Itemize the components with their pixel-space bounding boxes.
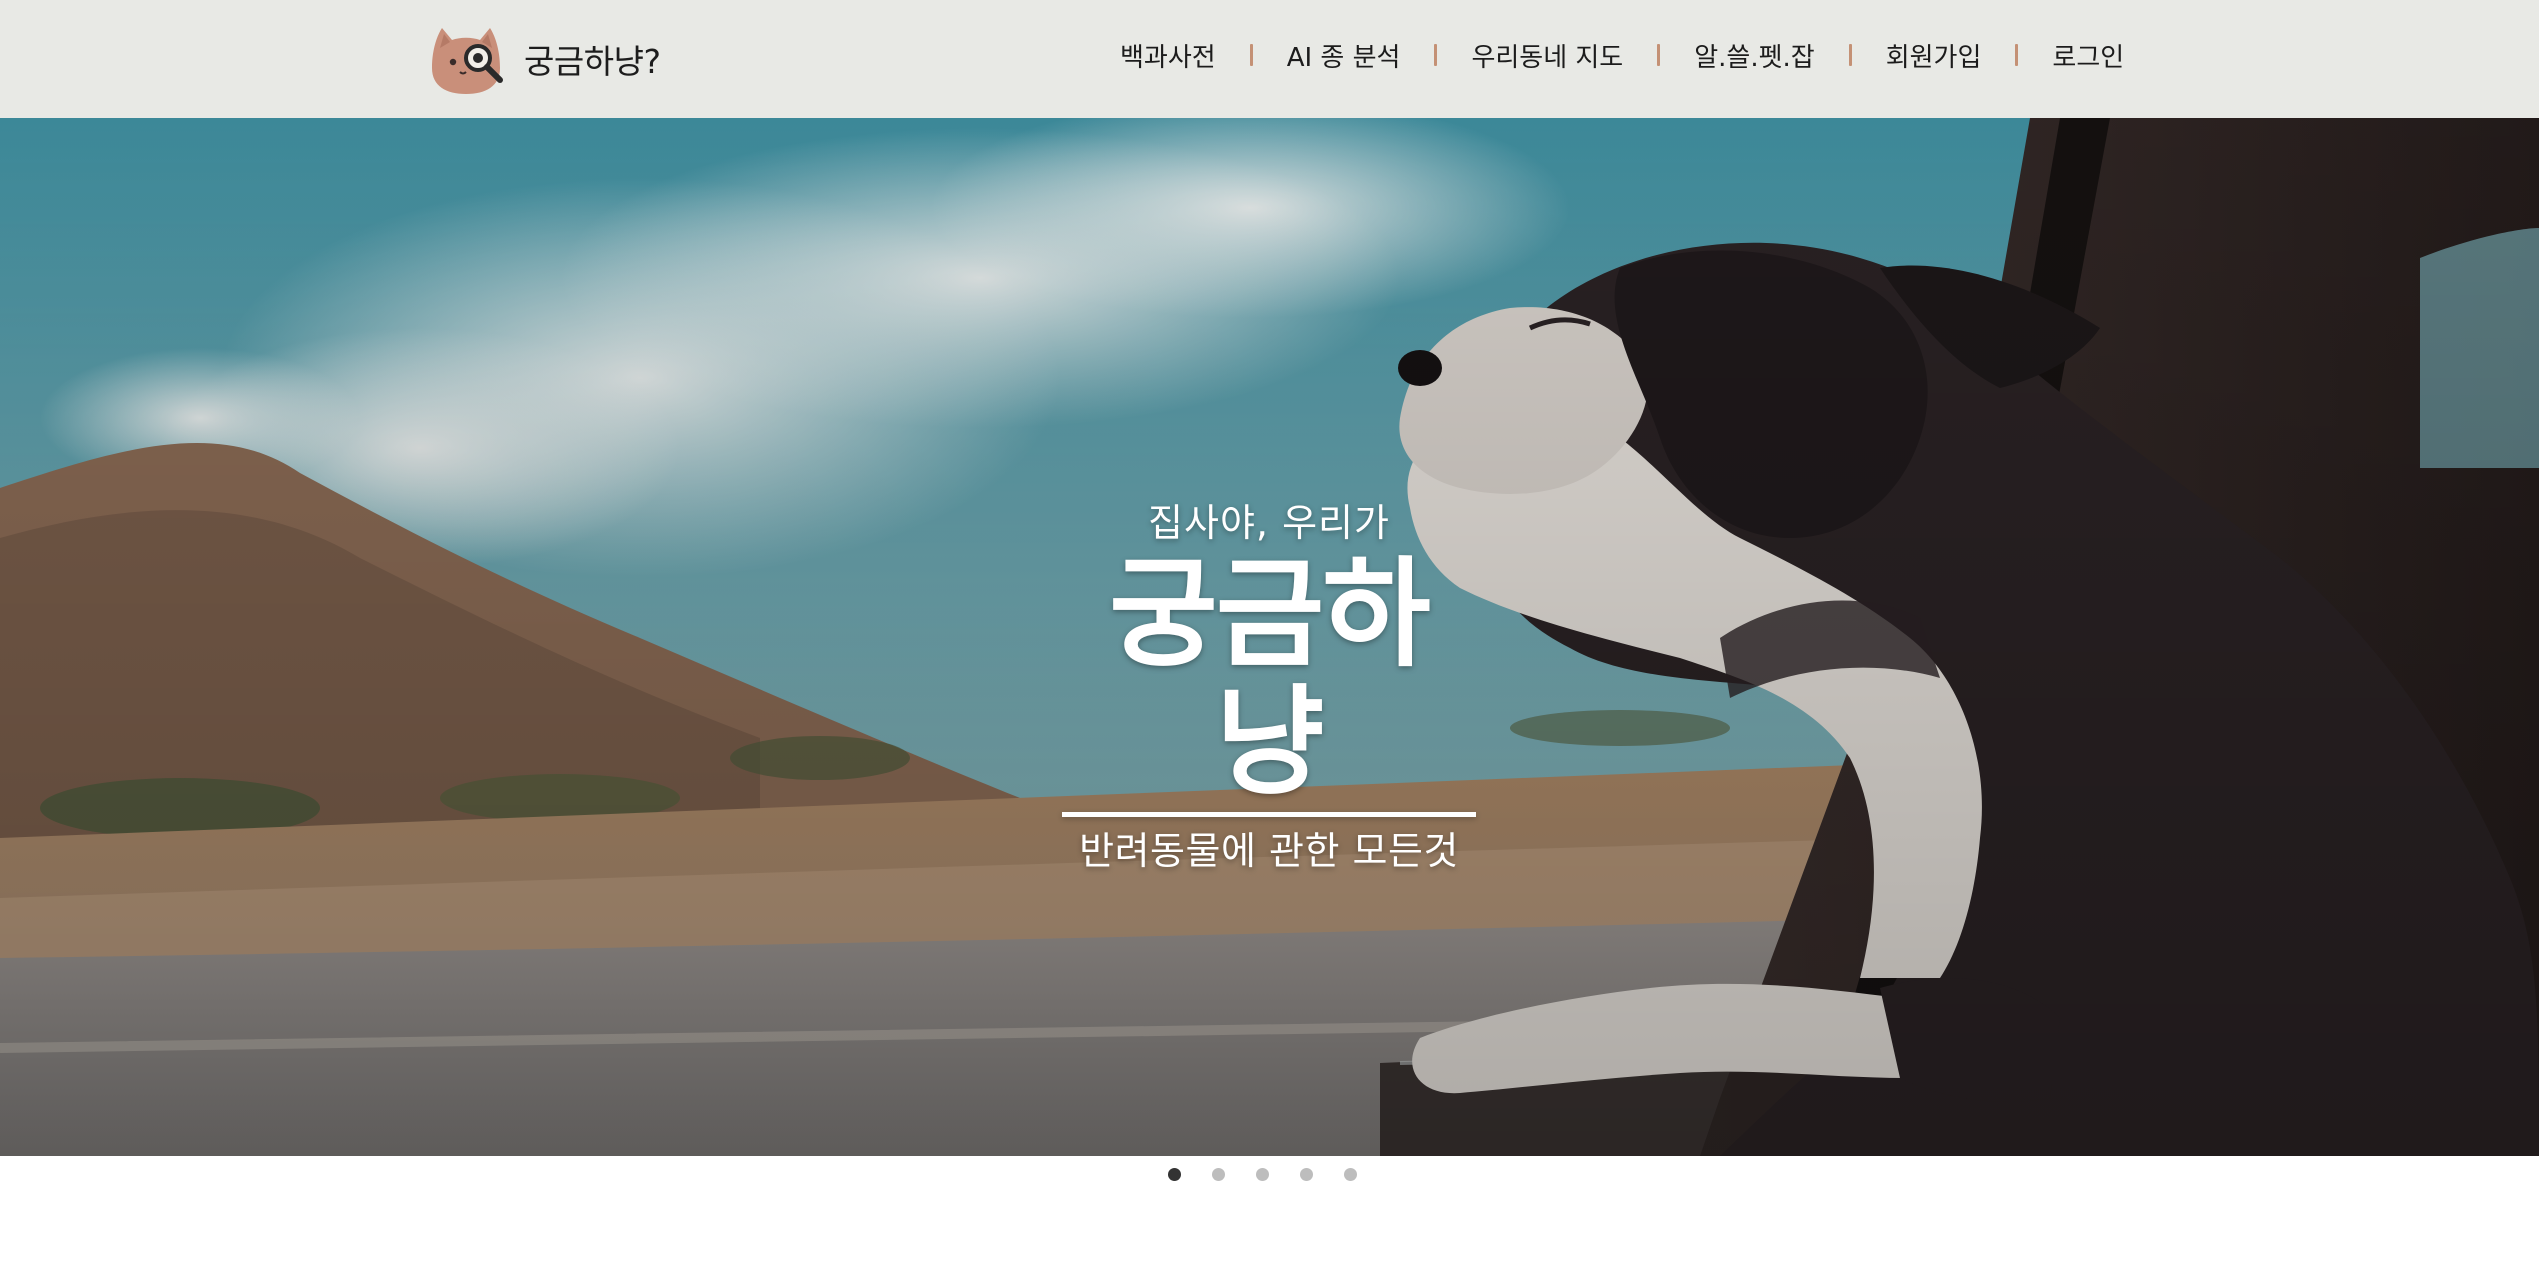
nav-signup[interactable]: 회원가입 [1886, 37, 1982, 74]
hero-caption: 반려동물에 관한 모든것 [1079, 829, 1459, 873]
brand-logo[interactable]: 궁금하냥? [426, 22, 661, 96]
carousel-dot-4[interactable] [1300, 1168, 1313, 1181]
brand-name: 궁금하냥? [524, 42, 661, 81]
carousel-dot-2[interactable] [1212, 1168, 1225, 1181]
carousel-dot-5[interactable] [1344, 1168, 1357, 1181]
hero-text-block: 집사야, 우리가 궁금하냥 반려동물에 관한 모든것 [1060, 498, 1478, 877]
hero-subtitle: 집사야, 우리가 [1148, 501, 1390, 545]
nav-encyclopedia[interactable]: 백과사전 [1120, 37, 1216, 74]
nav-login[interactable]: 로그인 [2052, 37, 2124, 74]
main-nav: 백과사전 AI 종 분석 우리동네 지도 알.쓸.펫.잡 회원가입 로그인 [1120, 28, 2124, 82]
carousel-dot-1[interactable] [1168, 1168, 1181, 1181]
carousel-indicators [1168, 1168, 1357, 1181]
hero-title: 궁금하냥 [1109, 545, 1431, 811]
hero-divider [1062, 812, 1476, 817]
nav-separator [1249, 44, 1253, 66]
nav-pet-tips[interactable]: 알.쓸.펫.잡 [1694, 37, 1814, 74]
nav-separator [1848, 44, 1852, 66]
hero-banner: 집사야, 우리가 궁금하냥 반려동물에 관한 모든것 [0, 118, 2539, 1156]
nav-separator [1434, 44, 1438, 66]
carousel-dot-3[interactable] [1256, 1168, 1269, 1181]
nav-neighborhood-map[interactable]: 우리동네 지도 [1471, 37, 1623, 74]
nav-ai-breed-analysis[interactable]: AI 종 분석 [1287, 37, 1401, 74]
nav-separator [2015, 44, 2019, 66]
nav-separator [1657, 44, 1661, 66]
site-header: 궁금하냥? 백과사전 AI 종 분석 우리동네 지도 알.쓸.펫.잡 회원가입 … [0, 0, 2539, 118]
cat-with-magnifier-icon [432, 28, 503, 94]
